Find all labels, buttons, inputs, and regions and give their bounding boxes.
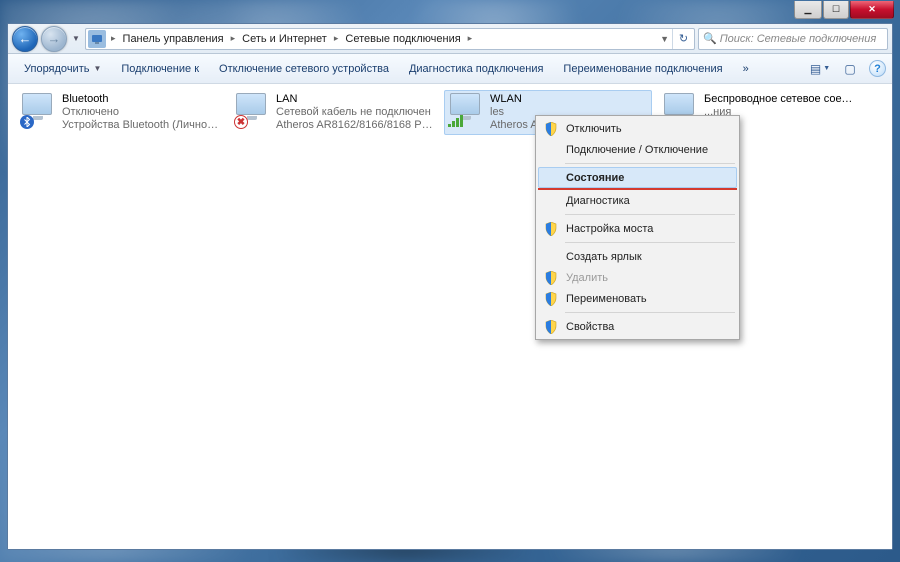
context-menu-label: Удалить — [566, 272, 608, 284]
signal-icon — [448, 115, 464, 127]
organize-menu[interactable]: Упорядочить▼ — [14, 54, 111, 83]
context-menu-item[interactable]: Свойства — [538, 316, 737, 337]
explorer-window: ← → ▼ ▸ Панель управления ▸ Сеть и Интер… — [7, 23, 893, 550]
connect-to-button[interactable]: Подключение к — [111, 54, 209, 83]
help-button[interactable]: ? — [869, 60, 886, 77]
control-panel-icon — [88, 30, 106, 48]
breadcrumb-control-panel[interactable]: Панель управления — [119, 29, 228, 49]
context-menu-item[interactable]: Отключить — [538, 118, 737, 139]
breadcrumb-arrow-icon[interactable]: ▸ — [465, 33, 476, 44]
connection-status: Отключено — [62, 106, 220, 119]
connection-name: WLAN — [490, 93, 567, 106]
connection-device: Устройства Bluetooth (Личное с... — [62, 119, 220, 132]
connection-device: Atheros AR8162/8166/8168 PCI-E ... — [276, 119, 434, 132]
adapter-icon — [448, 93, 484, 129]
context-menu-item[interactable]: Настройка моста — [538, 218, 737, 239]
context-menu-item[interactable]: Подключение / Отключение — [538, 139, 737, 160]
disconnected-icon: ✖ — [234, 115, 248, 129]
more-commands-button[interactable]: » — [733, 54, 759, 83]
disable-device-button[interactable]: Отключение сетевого устройства — [209, 54, 399, 83]
connection-item-lan[interactable]: ✖ LAN Сетевой кабель не подключен Athero… — [230, 90, 438, 135]
search-placeholder: Поиск: Сетевые подключения — [720, 33, 877, 45]
connection-item-bluetooth[interactable]: Bluetooth Отключено Устройства Bluetooth… — [16, 90, 224, 135]
search-input[interactable]: 🔍 Поиск: Сетевые подключения — [698, 28, 888, 50]
connections-list: Bluetooth Отключено Устройства Bluetooth… — [8, 84, 892, 549]
maximize-button[interactable]: ☐ — [823, 1, 849, 19]
bluetooth-icon — [20, 115, 34, 129]
context-menu-label: Отключить — [566, 123, 622, 135]
minimize-button[interactable]: ▁ — [794, 1, 822, 19]
window-titlebar: ▁ ☐ ✕ — [0, 0, 900, 23]
shield-icon — [543, 291, 559, 307]
breadcrumb[interactable]: ▸ Панель управления ▸ Сеть и Интернет ▸ … — [85, 28, 695, 50]
context-menu-separator — [565, 163, 735, 164]
context-menu-label: Подключение / Отключение — [566, 144, 708, 156]
refresh-button[interactable]: ↻ — [672, 29, 694, 49]
connection-name: Bluetooth — [62, 93, 220, 106]
chevron-down-icon: ▼ — [823, 65, 830, 72]
context-menu: Отключить Подключение / Отключение Состоян… — [535, 115, 740, 340]
adapter-icon — [20, 93, 56, 129]
breadcrumb-network-connections[interactable]: Сетевые подключения — [341, 29, 464, 49]
address-bar: ← → ▼ ▸ Панель управления ▸ Сеть и Интер… — [8, 24, 892, 54]
breadcrumb-arrow-icon[interactable]: ▸ — [331, 33, 342, 44]
view-options-button[interactable]: ▤ ▼ — [803, 58, 837, 80]
connection-status: Сетевой кабель не подключен — [276, 106, 434, 119]
context-menu-label: Состояние — [566, 172, 624, 184]
breadcrumb-arrow-icon[interactable]: ▸ — [108, 33, 119, 44]
breadcrumb-network-internet[interactable]: Сеть и Интернет — [238, 29, 331, 49]
context-menu-item: Удалить — [538, 267, 737, 288]
close-button[interactable]: ✕ — [850, 1, 894, 19]
context-menu-label: Переименовать — [566, 293, 647, 305]
connection-name: Беспроводное сетевое соединение — [704, 93, 854, 106]
nav-history-dropdown[interactable]: ▼ — [70, 27, 82, 51]
context-menu-label: Диагностика — [566, 195, 630, 207]
search-icon: 🔍 — [703, 32, 717, 45]
context-menu-item[interactable]: Состояние — [538, 167, 737, 188]
preview-pane-button[interactable]: ▢ — [837, 58, 863, 80]
back-button[interactable]: ← — [12, 26, 38, 52]
breadcrumb-dropdown-icon[interactable]: ▼ — [657, 34, 672, 44]
shield-icon — [543, 221, 559, 237]
context-menu-label: Настройка моста — [566, 223, 653, 235]
context-menu-separator — [565, 312, 735, 313]
forward-button[interactable]: → — [41, 26, 67, 52]
context-menu-separator — [565, 214, 735, 215]
rename-button[interactable]: Переименование подключения — [553, 54, 732, 83]
shield-icon — [543, 270, 559, 286]
context-menu-label: Создать ярлык — [566, 251, 642, 263]
shield-icon — [543, 319, 559, 335]
connection-name: LAN — [276, 93, 434, 106]
breadcrumb-arrow-icon[interactable]: ▸ — [228, 33, 239, 44]
context-menu-separator — [565, 242, 735, 243]
adapter-icon: ✖ — [234, 93, 270, 129]
context-menu-label: Свойства — [566, 321, 614, 333]
context-menu-item[interactable]: Переименовать — [538, 288, 737, 309]
diagnose-button[interactable]: Диагностика подключения — [399, 54, 553, 83]
command-bar: Упорядочить▼ Подключение к Отключение се… — [8, 54, 892, 84]
context-menu-item[interactable]: Диагностика — [538, 190, 737, 211]
view-icon: ▤ — [810, 62, 821, 76]
context-menu-item[interactable]: Создать ярлык — [538, 246, 737, 267]
shield-icon — [543, 121, 559, 137]
chevron-down-icon: ▼ — [93, 64, 101, 73]
